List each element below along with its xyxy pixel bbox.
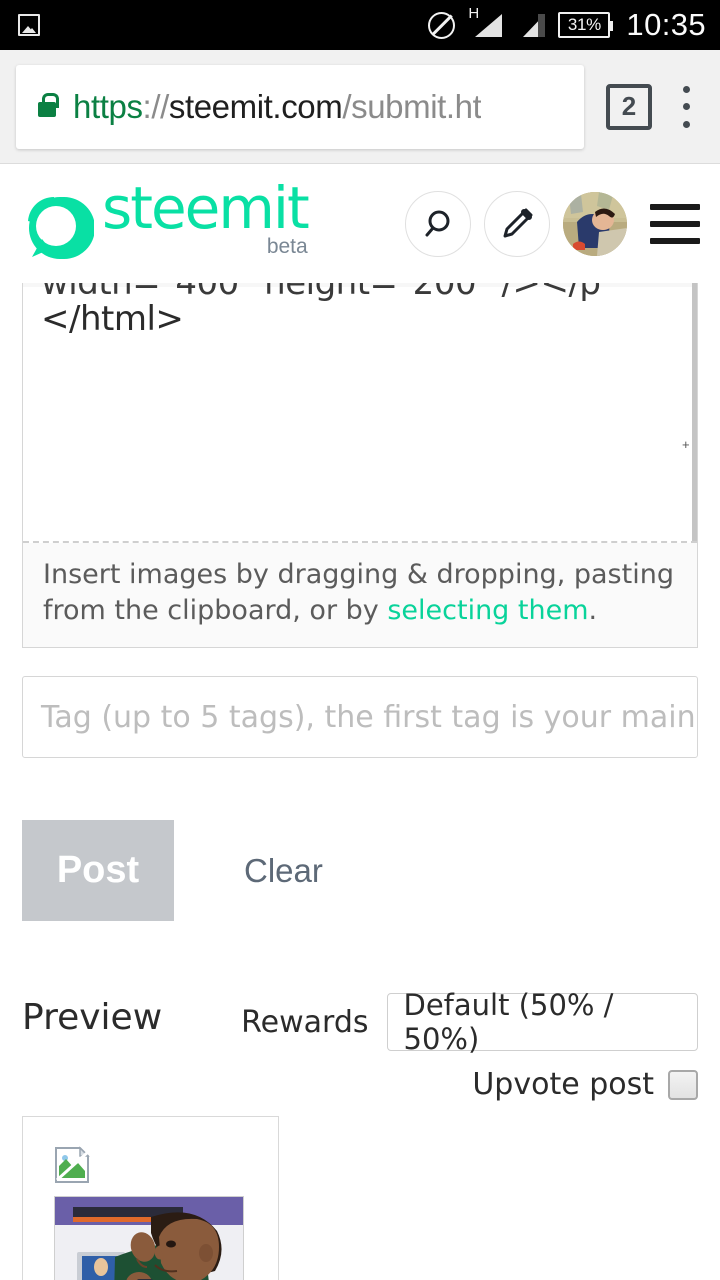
post-preview-image xyxy=(54,1196,244,1280)
resize-grip-icon[interactable]: + xyxy=(682,438,691,451)
tags-input[interactable]: Tag (up to 5 tags), the first tag is you… xyxy=(22,676,698,758)
select-images-link[interactable]: selecting them xyxy=(387,595,588,626)
clear-button[interactable]: Clear xyxy=(244,852,323,890)
rewards-row: Rewards Default (50% / 50%) xyxy=(241,988,698,1056)
rewards-select[interactable]: Default (50% / 50%) xyxy=(386,988,698,1056)
kebab-dot xyxy=(682,85,690,93)
status-bar-left xyxy=(18,14,40,36)
form-actions: Post Clear xyxy=(22,820,698,921)
clock-label: 10:35 xyxy=(626,7,706,42)
upvote-checkbox[interactable] xyxy=(668,1069,698,1100)
browser-toolbar: https://steemit.com/submit.ht 2 xyxy=(0,50,720,164)
tab-count-button[interactable]: 2 xyxy=(606,83,652,130)
hamburger-menu-icon[interactable] xyxy=(650,203,700,244)
lock-icon xyxy=(38,92,59,117)
main-content: width="400" height="200" /></p </html> +… xyxy=(0,283,720,1280)
tags-placeholder: Tag (up to 5 tags), the first tag is you… xyxy=(41,699,697,735)
hamburger-line xyxy=(650,203,700,210)
upvote-row: Upvote post xyxy=(241,1067,698,1102)
upvote-label: Upvote post xyxy=(472,1067,654,1102)
status-bar: H 31% 10:35 xyxy=(0,0,720,50)
post-body-textarea[interactable]: width="400" height="200" /></p </html> + xyxy=(23,283,697,541)
preview-title: Preview xyxy=(22,997,163,1038)
signal-triangle-dim xyxy=(538,14,546,37)
preview-header-row: Preview Rewards Default (50% / 50%) Upvo… xyxy=(22,988,698,1102)
do-not-disturb-icon xyxy=(428,11,456,39)
url-path: /submit.ht xyxy=(342,87,482,125)
address-bar[interactable]: https://steemit.com/submit.ht xyxy=(16,64,584,149)
vertical-scrollbar[interactable] xyxy=(692,283,697,541)
rewards-controls: Rewards Default (50% / 50%) Upvote post xyxy=(241,988,698,1102)
post-editor: width="400" height="200" /></p </html> +… xyxy=(22,283,698,648)
steemit-wordmark: steemit beta xyxy=(102,173,310,262)
new-post-button[interactable] xyxy=(484,190,550,257)
url-text: https://steemit.com/submit.ht xyxy=(73,88,481,126)
search-button[interactable] xyxy=(405,190,471,257)
preview-card xyxy=(22,1116,279,1280)
hamburger-line xyxy=(650,237,700,244)
signal-bars-icon-1: H xyxy=(468,6,503,40)
search-icon xyxy=(425,210,450,236)
rewards-label: Rewards xyxy=(241,1004,369,1040)
battery-indicator: 31% xyxy=(558,12,614,38)
kebab-menu-icon[interactable] xyxy=(662,82,710,132)
battery-percent-label: 31% xyxy=(567,15,601,34)
logo-beta-label: beta xyxy=(266,234,308,258)
hint-suffix: . xyxy=(588,595,598,626)
rewards-selected-value: Default (50% / 50%) xyxy=(403,988,614,1056)
kebab-dot xyxy=(682,120,690,128)
kebab-dot xyxy=(682,103,690,110)
editor-text-line: </html> xyxy=(41,299,184,339)
tab-count-label: 2 xyxy=(621,91,637,121)
site-header: steemit beta xyxy=(0,164,720,283)
signal-triangle xyxy=(475,14,503,37)
signal-bars-icon-2 xyxy=(515,10,546,40)
header-actions xyxy=(405,190,700,257)
url-host: steemit.com xyxy=(168,87,343,125)
status-bar-right: H 31% 10:35 xyxy=(428,6,706,43)
post-button[interactable]: Post xyxy=(22,820,174,921)
url-separator: :// xyxy=(142,87,170,125)
steemit-logo-icon xyxy=(20,191,94,265)
logo-text-label: steemit xyxy=(102,173,310,242)
avatar[interactable] xyxy=(563,191,627,256)
hamburger-line xyxy=(650,220,700,227)
image-insert-hint: Insert images by dragging & dropping, pa… xyxy=(23,543,697,647)
pencil-icon xyxy=(503,208,533,237)
broken-image-icon xyxy=(54,1146,92,1184)
steemit-logo[interactable]: steemit beta xyxy=(20,173,310,266)
photo-icon xyxy=(18,14,40,36)
url-scheme: https xyxy=(73,87,143,125)
